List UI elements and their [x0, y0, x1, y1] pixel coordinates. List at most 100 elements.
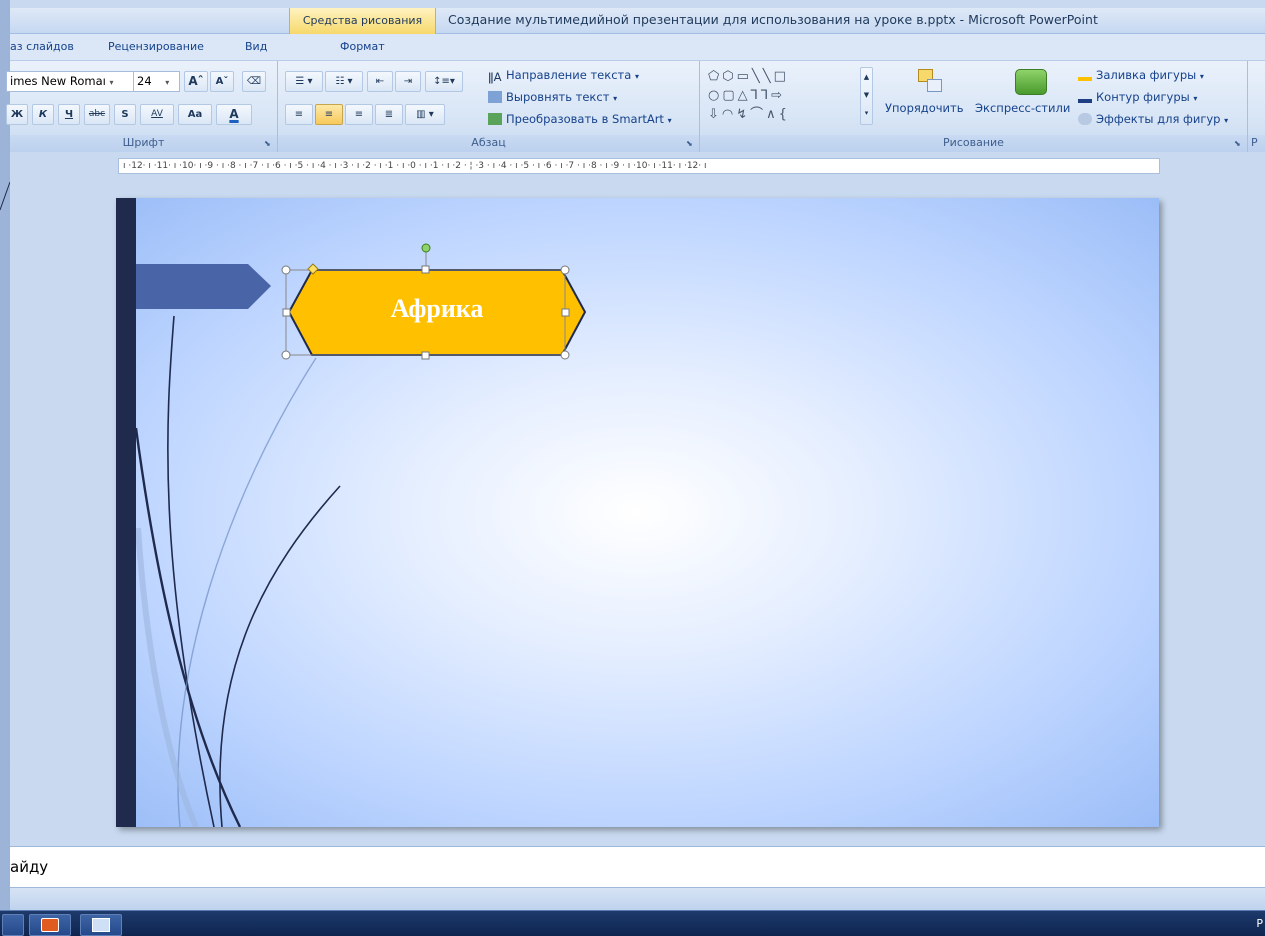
- font-size-combo[interactable]: 24 ▾: [133, 71, 180, 92]
- tab-format[interactable]: Формат: [340, 40, 385, 53]
- taskbar: Р: [0, 910, 1265, 936]
- decorative-curve: [134, 427, 242, 827]
- tab-view[interactable]: Вид: [245, 40, 267, 53]
- chevron-down-icon: ▾: [1224, 116, 1229, 125]
- font-name-combo[interactable]: imes New Romaı ▾: [6, 71, 139, 92]
- grow-font-button[interactable]: Aˆ: [184, 71, 208, 92]
- decrease-indent-button[interactable]: ⇤: [367, 71, 393, 92]
- resize-handle: [281, 265, 291, 275]
- tab-slide-show[interactable]: аз слайдов: [10, 40, 74, 53]
- contextual-tab-drawing-tools[interactable]: Средства рисования: [289, 8, 436, 34]
- numbering-button[interactable]: ☷ ▾: [325, 71, 363, 92]
- change-case-button[interactable]: Aa: [178, 104, 212, 125]
- outdent-icon: ⇤: [375, 76, 385, 87]
- align-text-icon: [488, 91, 502, 103]
- paint-bucket-icon: [1078, 69, 1092, 81]
- gallery-scroll-button[interactable]: ▲ ▼ ▾: [860, 67, 873, 125]
- line-spacing-icon: ↕≡▾: [433, 76, 455, 87]
- clear-formatting-button[interactable]: ⌫: [242, 71, 266, 92]
- resize-handle: [421, 265, 430, 274]
- bold-button[interactable]: Ж: [6, 104, 28, 125]
- underline-button[interactable]: Ч: [58, 104, 80, 125]
- shape-outline-button[interactable]: Контур фигуры ▾: [1078, 88, 1197, 108]
- dialog-launcher-icon[interactable]: ⬊: [264, 139, 274, 149]
- slide[interactable]: Африка: [116, 198, 1159, 827]
- decorative-curve: [177, 357, 317, 827]
- notes-pane[interactable]: айду: [10, 846, 1265, 888]
- chevron-down-icon: ▾: [1193, 94, 1198, 103]
- dialog-launcher-icon[interactable]: ⬊: [686, 139, 696, 149]
- quick-styles-button[interactable]: Экспресс-стили: [975, 99, 1070, 117]
- align-right-button[interactable]: ≡: [345, 104, 373, 125]
- gallery-scroll-icon: ▲ ▼ ▾: [863, 73, 870, 117]
- ribbon: imes New Romaı ▾ 24 ▾ Aˆ Aˇ ⌫ Ж К Ч abc …: [6, 60, 1265, 152]
- horizontal-ruler[interactable]: ı ·12· ı ·11· ı ·10· ı ·9 · ı ·8 · ı ·7 …: [118, 158, 1160, 174]
- effects-icon: [1078, 113, 1092, 125]
- shape-effects-label: Эффекты для фигур: [1096, 112, 1221, 126]
- taskbar-window-button[interactable]: [80, 914, 122, 936]
- group-label-drawing: Рисование: [700, 135, 1247, 152]
- eraser-icon: ⌫: [246, 76, 262, 87]
- shape-fill-label: Заливка фигуры: [1096, 68, 1197, 82]
- slide-editing-area: Африка: [10, 176, 1265, 844]
- shape-fill-button[interactable]: Заливка фигуры ▾: [1078, 66, 1204, 86]
- tab-review[interactable]: Рецензирование: [108, 40, 204, 53]
- quick-styles-icon: [1015, 69, 1047, 95]
- resize-handle: [560, 350, 570, 360]
- group-label-font: Шрифт: [10, 135, 277, 152]
- chevron-down-icon: ▾: [613, 94, 618, 103]
- bullets-button[interactable]: ☰ ▾: [285, 71, 323, 92]
- indent-icon: ⇥: [403, 76, 413, 87]
- taskbar-status-text: Р: [1256, 917, 1263, 930]
- smartart-label: Преобразовать в SmartArt: [506, 112, 664, 126]
- strikethrough-button[interactable]: abc: [84, 104, 110, 125]
- line-spacing-button[interactable]: ↕≡▾: [425, 71, 463, 92]
- shrink-font-button[interactable]: Aˇ: [210, 71, 234, 92]
- taskbar-button[interactable]: [2, 914, 24, 936]
- shadow-button[interactable]: S: [114, 104, 136, 125]
- align-center-icon: ≡: [324, 109, 334, 120]
- align-center-button[interactable]: ≡: [315, 104, 343, 125]
- arrange-icon: [918, 69, 944, 95]
- increase-indent-button[interactable]: ⇥: [395, 71, 421, 92]
- bullet-list-icon: ☰ ▾: [295, 76, 313, 87]
- group-font: imes New Romaı ▾ 24 ▾ Aˆ Aˇ ⌫ Ж К Ч abc …: [6, 61, 278, 152]
- chevron-down-icon: ▾: [667, 116, 672, 125]
- chevron-down-icon: ▾: [1199, 72, 1204, 81]
- shape-effects-button[interactable]: Эффекты для фигур ▾: [1078, 110, 1228, 130]
- window-icon: [92, 918, 110, 932]
- arrange-button[interactable]: Упорядочить: [885, 99, 964, 117]
- shape-text[interactable]: Африка: [289, 294, 585, 324]
- notes-text: айду: [10, 858, 49, 876]
- window-title: Создание мультимедийной презентации для …: [448, 12, 1098, 27]
- font-color-button[interactable]: A: [216, 104, 252, 125]
- align-left-button[interactable]: ≡: [285, 104, 313, 125]
- side-bar: [116, 198, 136, 827]
- group-drawing: ⬠⬡▭╲╲□ ○▢△⅂⅂⇨ ⇩◠↯⌒∧{ ▲ ▼ ▾ Упорядочить Экспр…: [700, 61, 1248, 152]
- text-direction-button[interactable]: ǁA Направление текста ▾: [488, 66, 639, 86]
- shapes-gallery[interactable]: ⬠⬡▭╲╲□ ○▢△⅂⅂⇨ ⇩◠↯⌒∧{: [708, 67, 858, 125]
- arrow-banner: [136, 264, 271, 309]
- columns-button[interactable]: ▥ ▾: [405, 104, 445, 125]
- italic-button[interactable]: К: [32, 104, 54, 125]
- dialog-launcher-icon[interactable]: ⬊: [1234, 139, 1244, 149]
- ribbon-tabs: аз слайдов Рецензирование Вид Формат: [10, 34, 1265, 60]
- taskbar-powerpoint-button[interactable]: [29, 914, 71, 936]
- font-size-value: 24: [137, 74, 152, 88]
- pen-outline-icon: [1078, 91, 1092, 103]
- smartart-icon: [488, 113, 502, 125]
- shapes-gallery-icons: ⬠⬡▭╲╲□ ○▢△⅂⅂⇨ ⇩◠↯⌒∧{: [708, 69, 790, 122]
- slide-artwork: [116, 198, 587, 827]
- resize-handle: [560, 265, 570, 275]
- powerpoint-window: Средства рисования Создание мультимедийн…: [6, 0, 1265, 936]
- align-text-button[interactable]: Выровнять текст ▾: [488, 88, 617, 108]
- justify-button[interactable]: ≣: [375, 104, 403, 125]
- status-bar: [10, 888, 1265, 910]
- group-label-editing: Р: [1248, 135, 1265, 152]
- title-bar: Средства рисования Создание мультимедийн…: [10, 8, 1265, 34]
- shape-outline-label: Контур фигуры: [1096, 90, 1190, 104]
- character-spacing-button[interactable]: AV: [140, 104, 174, 125]
- convert-smartart-button[interactable]: Преобразовать в SmartArt ▾: [488, 110, 672, 130]
- text-direction-icon: ǁA: [488, 70, 502, 84]
- rotation-handle: [421, 243, 431, 253]
